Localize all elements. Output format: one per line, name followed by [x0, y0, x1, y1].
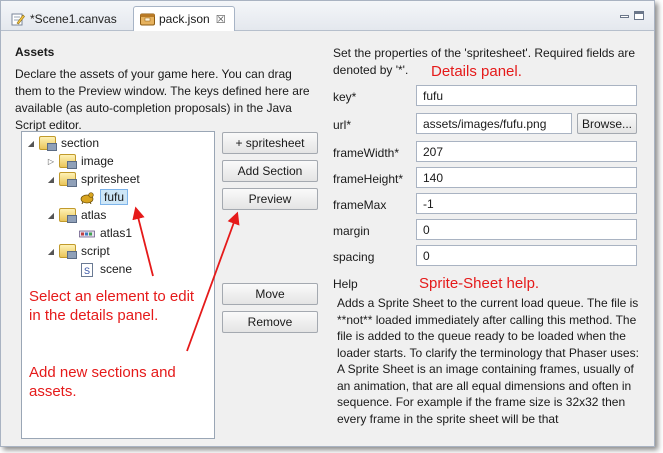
sprite-icon [79, 191, 95, 204]
minimize-icon[interactable] [620, 15, 629, 18]
preview-button[interactable]: Preview [222, 188, 318, 210]
tree-node-section[interactable]: ◢ section [26, 134, 99, 152]
script-icon: S [79, 262, 95, 277]
expanded-icon[interactable]: ◢ [46, 211, 56, 220]
tree-node-script[interactable]: ◢ script [46, 242, 110, 260]
tree-node-scene[interactable]: S scene [79, 260, 132, 278]
select-element-annotation: Select an element to edit in the details… [29, 288, 195, 324]
expanded-icon[interactable]: ◢ [46, 175, 56, 184]
frame-width-label: frameWidth* [333, 146, 400, 160]
folder-icon [59, 172, 77, 187]
frame-max-field[interactable]: -1 [416, 193, 637, 214]
canvas-edit-icon [11, 12, 25, 26]
remove-button[interactable]: Remove [222, 311, 318, 333]
maximize-icon[interactable] [634, 11, 644, 20]
close-icon[interactable]: ☒ [216, 13, 226, 26]
margin-field[interactable]: 0 [416, 219, 637, 240]
editor-tab-bar: *Scene1.canvas pack.json ☒ [1, 1, 654, 31]
tree-node-label: script [81, 244, 110, 258]
tree-node-label: section [61, 136, 100, 150]
key-label: key* [333, 90, 357, 104]
assets-title: Assets [15, 45, 55, 59]
move-button[interactable]: Move [222, 283, 318, 305]
frame-height-field[interactable]: 140 [416, 167, 637, 188]
tab-scene1-canvas[interactable]: *Scene1.canvas [5, 6, 129, 31]
frame-height-label: frameHeight* [333, 172, 404, 186]
url-label: url* [333, 118, 352, 132]
tree-node-label: atlas1 [100, 226, 133, 240]
collapsed-icon[interactable]: ▷ [46, 157, 56, 166]
spacing-field[interactable]: 0 [416, 245, 637, 266]
help-label: Help [333, 277, 358, 291]
pack-editor-content: Assets Declare the assets of your game h… [1, 31, 654, 446]
folder-icon [59, 208, 77, 223]
assets-description: Declare the assets of your game here. Yo… [15, 67, 310, 132]
tree-node-spritesheet[interactable]: ◢ spritesheet [46, 170, 140, 188]
browse-button[interactable]: Browse... [577, 113, 637, 134]
tree-node-label: spritesheet [81, 172, 140, 186]
expanded-icon[interactable]: ◢ [46, 247, 56, 256]
window-controls [620, 11, 644, 20]
spacing-label: spacing [333, 250, 375, 264]
tree-node-fufu[interactable]: fufu [79, 188, 129, 206]
tab-label: *Scene1.canvas [30, 11, 117, 26]
details-panel-annotation: Details panel. [431, 63, 522, 80]
svg-text:S: S [84, 266, 90, 276]
frame-width-field[interactable]: 207 [416, 141, 637, 162]
url-field[interactable]: assets/images/fufu.png [416, 113, 572, 134]
tab-label: pack.json [159, 12, 210, 26]
json-file-icon [140, 12, 155, 26]
editor-window: *Scene1.canvas pack.json ☒ Assets Declar… [0, 0, 655, 447]
folder-icon [59, 154, 77, 169]
add-section-button[interactable]: Add Section [222, 160, 318, 182]
folder-icon [39, 136, 57, 151]
add-sections-annotation: Add new sections and assets. [29, 364, 176, 400]
help-text: Adds a Sprite Sheet to the current load … [337, 296, 639, 426]
tree-node-atlas1[interactable]: atlas1 [79, 224, 132, 242]
atlas-icon [79, 227, 95, 240]
key-field[interactable]: fufu [416, 85, 637, 106]
tree-node-label: image [81, 154, 114, 168]
tree-node-label: fufu [100, 189, 129, 205]
tree-node-atlas[interactable]: ◢ atlas [46, 206, 106, 224]
sprite-sheet-help-annotation: Sprite-Sheet help. [419, 275, 540, 292]
expanded-icon[interactable]: ◢ [26, 139, 36, 148]
tab-pack-json[interactable]: pack.json ☒ [133, 6, 235, 31]
margin-label: margin [333, 224, 370, 238]
add-spritesheet-button[interactable]: + spritesheet [222, 132, 318, 154]
frame-max-label: frameMax [333, 198, 387, 212]
tree-node-label: scene [100, 262, 133, 276]
tree-node-image[interactable]: ▷ image [46, 152, 114, 170]
folder-icon [59, 244, 77, 259]
tree-node-label: atlas [81, 208, 107, 222]
